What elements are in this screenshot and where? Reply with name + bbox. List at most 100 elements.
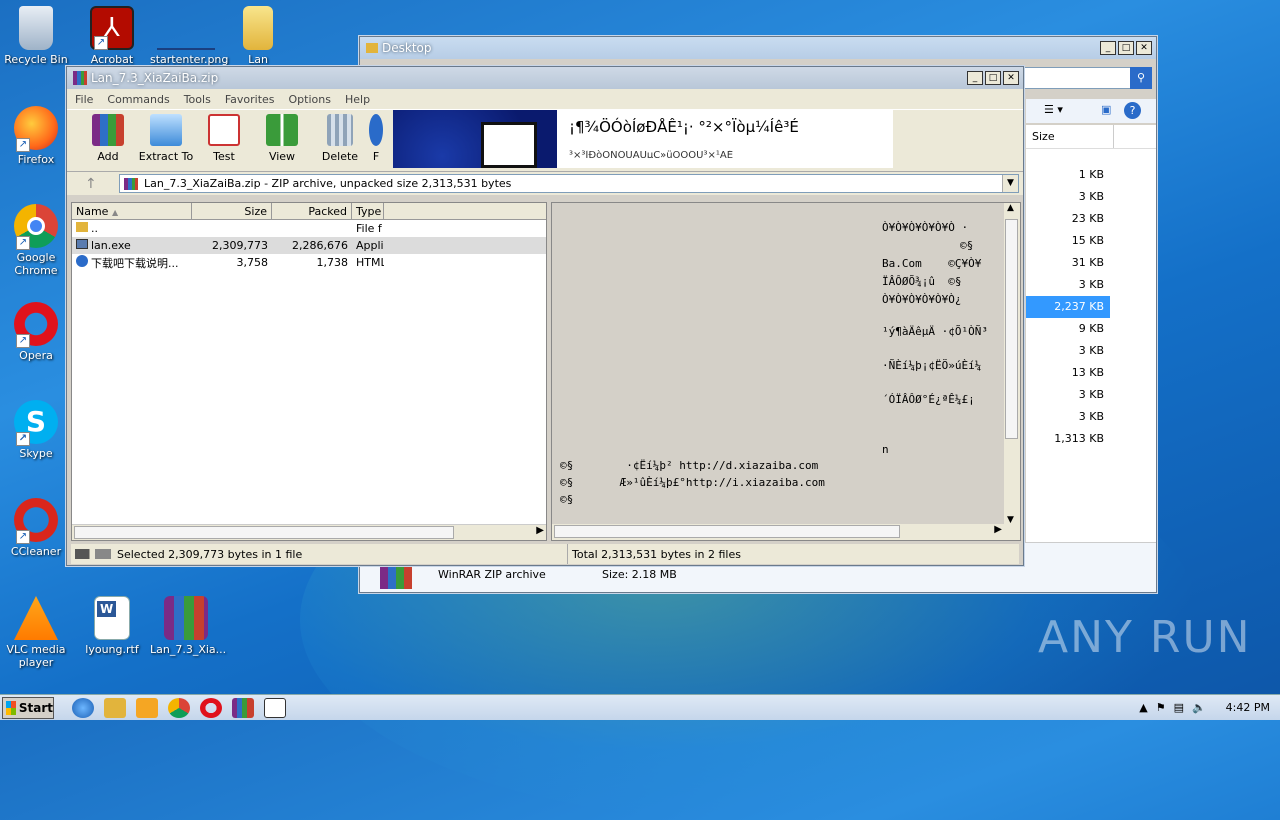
media-player-taskbar-icon[interactable] [136,697,158,718]
scroll-right-icon[interactable]: ▶ [994,524,1002,535]
extract-folder-icon [150,114,182,146]
menu-tools[interactable]: Tools [184,93,211,106]
flag-icon[interactable]: ⚑ [1156,701,1166,714]
start-button[interactable]: Start [2,696,54,719]
delete-button[interactable]: Delete [311,110,369,171]
size-cell: 3 KB [1078,388,1104,401]
desktop-icon-startenter[interactable]: startenter.png [150,6,228,66]
file-list[interactable]: Name ▲ Size Packed Type .. File f lan.ex… [71,202,547,541]
tool-label: Test [213,150,235,163]
comment-line: ©§ [960,239,974,252]
desktop-icon-label: startenter.png [150,53,229,66]
preview-pane-icon[interactable]: ▣ [1101,103,1111,116]
winrar-archive-icon [164,596,208,640]
table-row-selected[interactable]: lan.exe 2,309,773 2,286,676 Appli [72,237,546,254]
path-field[interactable]: Lan_7.3_XiaZaiBa.zip - ZIP archive, unpa… [119,174,1019,193]
opera-taskbar-icon[interactable] [200,697,222,718]
horizontal-scrollbar[interactable]: ▶ [552,524,1020,540]
ccleaner-icon: ↗ [14,498,58,544]
test-button[interactable]: Test [195,110,253,171]
size-cell: 3 KB [1078,190,1104,203]
extract-to-button[interactable]: Extract To [137,110,195,171]
tool-label: Add [97,150,119,163]
chrome-taskbar-icon[interactable] [168,697,190,718]
status-bar-right: Total 2,313,531 bytes in 2 files [567,544,1019,564]
comment-line: ÏÂÔØÕ¾¡û ©§ [882,275,962,288]
desktop-icon-lan-zip[interactable]: Lan_7.3_Xia... [150,596,226,656]
explorer-taskbar-icon[interactable] [104,697,126,718]
file-packed: 2,286,676 [292,239,348,252]
comment-line: ©§ [560,493,574,506]
scrollbar-thumb[interactable] [74,526,454,539]
desktop-icon-lan-folder[interactable]: Lan [222,6,294,66]
desktop-icon-firefox[interactable]: ↗ Firefox [0,106,72,166]
ie-taskbar-icon[interactable] [72,697,94,718]
menu-options[interactable]: Options [289,93,331,106]
packed-column-header[interactable]: Packed [272,203,352,219]
scrollbar-thumb[interactable] [554,525,900,538]
archive-comment-pane[interactable]: Ò¥Ò¥Ò¥Ò¥Ò¥Ò · ©§ Ba.Com ©Ç¥Ò¥ ÏÂÔØÕ¾¡û ©§ Ò¥… [551,202,1021,541]
menu-favorites[interactable]: Favorites [225,93,275,106]
close-button[interactable]: ✕ [1003,71,1019,85]
find-button[interactable]: F [369,110,383,171]
desktop-icon-vlc[interactable]: VLC media player [0,596,72,669]
type-column-header[interactable]: Type [352,203,384,219]
table-row[interactable]: 下载吧下载说明... 3,758 1,738 HTML [72,254,546,271]
volume-icon[interactable]: 🔈 [1192,701,1206,714]
size-column-header[interactable]: Size [1026,125,1114,148]
ad-banner[interactable]: ¡¶¾ÖÓòÍøÐÅÊ¹¡· °²×°Ïòµ¼Íê³É ³×³ÌÐòÒÑÕÛÄÚ… [393,110,893,168]
file-list-pane[interactable]: Size 1 KB 3 KB 23 KB 15 KB 31 KB 3 KB 2,237 KB… [1026,125,1156,575]
maximize-button[interactable]: □ [1118,41,1134,55]
clock[interactable]: 4:42 PM [1226,701,1270,714]
menu-commands[interactable]: Commands [107,93,169,106]
window-title: Lan_7.3_XiaZaiBa.zip [91,71,219,85]
horizontal-scrollbar[interactable]: ▶ [72,524,546,540]
add-button[interactable]: Add [79,110,137,171]
winrar-titlebar[interactable]: Lan_7.3_XiaZaiBa.zip _ □ ✕ [67,67,1023,89]
size-column-header[interactable]: Size [192,203,272,219]
menu-help[interactable]: Help [345,93,370,106]
comment-line: Ba.Com ©Ç¥Ò¥ [882,257,982,270]
winrar-taskbar-icon[interactable] [232,697,254,718]
scroll-up-icon[interactable]: ▲ [1007,203,1014,213]
desktop-icon-acrobat[interactable]: ⅄ ↗ Acrobat [76,6,148,66]
dropdown-arrow-icon[interactable]: ▼ [1002,175,1018,192]
size-cell: 3 KB [1078,410,1104,423]
show-hidden-icons-icon[interactable]: ▲ [1139,701,1147,714]
view-button[interactable]: View [253,110,311,171]
folder-icon [243,6,273,50]
installer-taskbar-icon[interactable] [264,697,286,718]
exe-icon [76,239,88,249]
comment-line: n [882,443,889,456]
desktop-icon-ccleaner[interactable]: ↗ CCleaner [0,498,72,558]
view-options-icon[interactable]: ☰ ▾ [1044,103,1063,116]
explorer-titlebar[interactable]: Desktop _ □ ✕ [360,37,1156,59]
minimize-button[interactable]: _ [967,71,983,85]
network-icon[interactable]: ▤ [1174,701,1184,714]
winrar-window[interactable]: Lan_7.3_XiaZaiBa.zip _ □ ✕ File Commands… [66,66,1024,566]
desktop-icon-lyoung[interactable]: W lyoung.rtf [76,596,148,656]
desktop-icon-label: CCleaner [10,545,62,558]
name-column-header[interactable]: Name ▲ [72,203,192,219]
chrome-icon: ↗ [14,204,58,250]
scrollbar-thumb[interactable] [1005,219,1018,439]
desktop-icon-skype[interactable]: S ↗ Skype [0,400,72,460]
menu-file[interactable]: File [75,93,93,106]
desktop-icon-opera[interactable]: ↗ Opera [0,302,72,362]
vertical-scrollbar[interactable]: ▲ ▼ [1004,203,1020,525]
address-bar: ↑ Lan_7.3_XiaZaiBa.zip - ZIP archive, un… [67,171,1023,195]
desktop-icon-chrome[interactable]: ↗ Google Chrome [0,204,72,277]
help-icon[interactable]: ? [1124,102,1141,119]
desktop-icon-recycle-bin[interactable]: Recycle Bin [0,6,72,66]
table-row[interactable]: .. File f [72,220,546,237]
html-icon [76,254,88,267]
selection-status: Selected 2,309,773 bytes in 1 file [117,547,303,561]
up-arrow-icon[interactable]: ↑ [85,176,97,192]
word-document-icon: W [94,596,130,640]
close-button[interactable]: ✕ [1136,41,1152,55]
minimize-button[interactable]: _ [1100,41,1116,55]
maximize-button[interactable]: □ [985,71,1001,85]
tool-label: F [372,150,380,163]
scroll-right-icon[interactable]: ▶ [536,525,544,536]
search-icon[interactable]: ⚲ [1130,67,1152,89]
